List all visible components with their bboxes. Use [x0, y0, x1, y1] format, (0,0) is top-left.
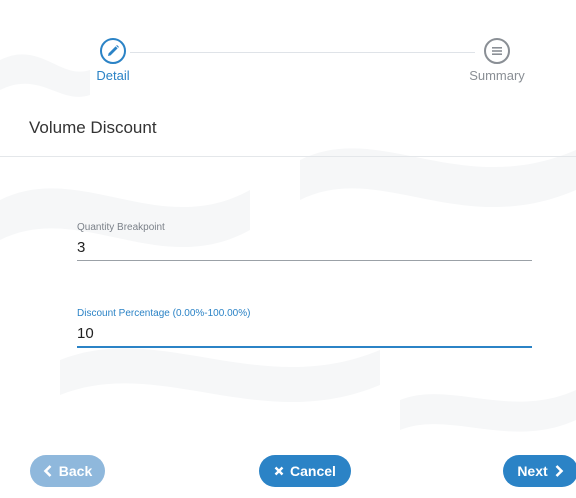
step-summary-label: Summary — [469, 68, 525, 83]
step-summary[interactable]: Summary — [452, 38, 542, 83]
quantity-breakpoint-field: Quantity Breakpoint — [77, 222, 532, 261]
cancel-button[interactable]: Cancel — [259, 455, 351, 487]
section-divider — [0, 156, 576, 157]
next-button[interactable]: Next — [503, 455, 576, 487]
step-detail[interactable]: Detail — [68, 38, 158, 83]
quantity-breakpoint-label: Quantity Breakpoint — [77, 222, 165, 233]
wizard-stepper: Detail Summary — [0, 0, 576, 100]
chevron-right-icon — [554, 465, 564, 477]
list-icon — [484, 38, 510, 64]
stepper-connector — [130, 52, 475, 53]
step-detail-label: Detail — [96, 68, 130, 83]
discount-percentage-input[interactable] — [77, 319, 532, 348]
back-button-label: Back — [58, 463, 93, 479]
discount-percentage-label: Discount Percentage (0.00%-100.00%) — [77, 308, 251, 319]
page-title: Volume Discount — [29, 118, 157, 137]
next-button-label: Next — [517, 463, 548, 479]
cancel-button-label: Cancel — [290, 463, 336, 479]
pencil-icon — [100, 38, 126, 64]
back-button[interactable]: Back — [30, 455, 105, 487]
discount-percentage-field: Discount Percentage (0.00%-100.00%) — [77, 308, 532, 348]
chevron-left-icon — [43, 465, 53, 477]
close-icon — [274, 466, 284, 476]
quantity-breakpoint-input[interactable] — [77, 233, 532, 261]
